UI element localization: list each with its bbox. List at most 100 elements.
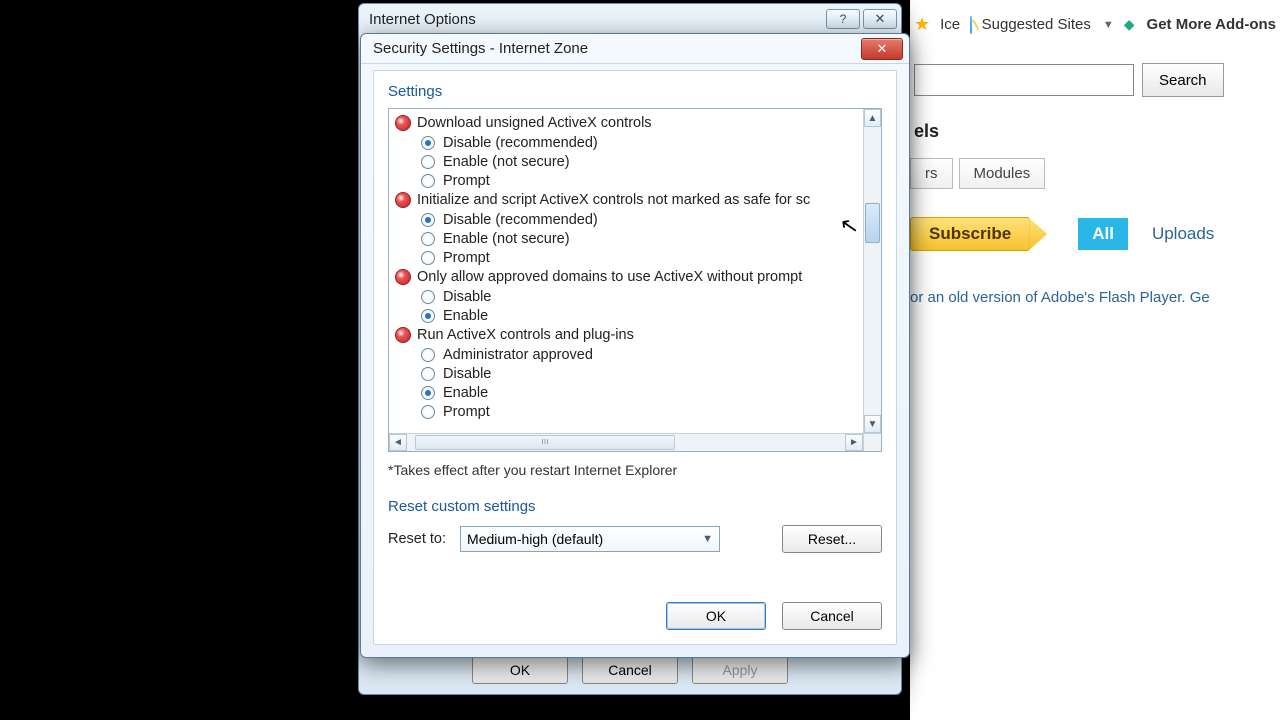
reset-row: Reset to: Medium-high (default) ▼ Reset.…: [388, 525, 882, 553]
radio-button[interactable]: [421, 155, 435, 169]
activex-icon: [395, 327, 411, 343]
scroll-down-button[interactable]: ▼: [864, 415, 881, 433]
setting-option-label: Disable (recommended): [443, 135, 598, 151]
setting-category-label: Initialize and script ActiveX controls n…: [417, 192, 810, 208]
radio-button[interactable]: [421, 290, 435, 304]
io-apply-button[interactable]: Apply: [692, 656, 788, 684]
flash-warning-text: or an old version of Adobe's Flash Playe…: [910, 269, 1280, 326]
security-settings-body: Settings Download unsigned ActiveX contr…: [373, 70, 897, 645]
setting-option[interactable]: Prompt: [395, 402, 857, 421]
setting-option[interactable]: Enable (not secure): [395, 152, 857, 171]
search-row: Search: [910, 45, 1280, 115]
subscribe-row: Subscribe All Uploads: [910, 199, 1280, 269]
tab-all[interactable]: All: [1078, 218, 1128, 250]
scroll-corner: [863, 433, 881, 451]
setting-option-label: Enable (not secure): [443, 231, 570, 247]
ice-link[interactable]: Ice: [940, 16, 960, 33]
vertical-scroll-thumb[interactable]: [865, 203, 880, 243]
close-button[interactable]: ✕: [863, 9, 897, 29]
radio-button[interactable]: [421, 405, 435, 419]
restart-note: *Takes effect after you restart Internet…: [388, 462, 882, 478]
ss-cancel-button[interactable]: Cancel: [782, 602, 882, 630]
setting-category: Download unsigned ActiveX controls: [395, 113, 857, 133]
setting-category: Run ActiveX controls and plug-ins: [395, 325, 857, 345]
setting-option-label: Enable: [443, 385, 488, 401]
setting-option[interactable]: Disable (recommended): [395, 133, 857, 152]
horizontal-scroll-thumb[interactable]: ııı: [415, 435, 675, 450]
reset-level-combobox[interactable]: Medium-high (default) ▼: [460, 526, 720, 552]
setting-option-label: Prompt: [443, 173, 490, 189]
setting-option-label: Prompt: [443, 250, 490, 266]
settings-group-label: Settings: [388, 83, 882, 100]
setting-option[interactable]: Enable: [395, 306, 857, 325]
settings-tree-viewport[interactable]: Download unsigned ActiveX controls Disabl…: [389, 109, 863, 433]
radio-button[interactable]: [421, 309, 435, 323]
radio-button[interactable]: [421, 251, 435, 265]
scroll-up-button[interactable]: ▲: [864, 109, 881, 127]
horizontal-scrollbar[interactable]: ◄ ııı ►: [389, 433, 863, 451]
vertical-scrollbar[interactable]: ▲ ▼: [863, 109, 881, 433]
setting-option[interactable]: Prompt: [395, 171, 857, 190]
radio-button[interactable]: [421, 232, 435, 246]
radio-button[interactable]: [421, 348, 435, 362]
setting-option-label: Prompt: [443, 404, 490, 420]
ss-ok-button[interactable]: OK: [666, 602, 766, 630]
reset-level-value: Medium-high (default): [467, 531, 603, 547]
tab-uploads[interactable]: Uploads: [1142, 218, 1224, 250]
setting-option[interactable]: Disable: [395, 364, 857, 383]
reset-to-label: Reset to:: [388, 531, 446, 547]
setting-category-label: Run ActiveX controls and plug-ins: [417, 327, 634, 343]
setting-option-label: Disable: [443, 289, 491, 305]
search-input[interactable]: [914, 64, 1134, 96]
favorite-icon: ★: [914, 14, 930, 35]
internet-options-actions: OK Cancel Apply: [359, 656, 901, 684]
radio-button[interactable]: [421, 367, 435, 381]
scroll-right-button[interactable]: ►: [845, 434, 863, 451]
scroll-left-button[interactable]: ◄: [389, 434, 407, 451]
activex-icon: [395, 192, 411, 208]
horizontal-scroll-track[interactable]: ııı: [407, 434, 845, 451]
setting-option-label: Administrator approved: [443, 347, 593, 363]
suggested-sites-link[interactable]: Suggested Sites: [982, 16, 1091, 33]
setting-option[interactable]: Enable: [395, 383, 857, 402]
security-settings-title: Security Settings - Internet Zone: [373, 40, 588, 57]
chevron-down-icon[interactable]: ▼: [1103, 19, 1114, 31]
setting-option[interactable]: Disable (recommended): [395, 210, 857, 229]
help-button[interactable]: ?: [826, 9, 860, 29]
subscribe-button[interactable]: Subscribe: [910, 217, 1030, 251]
ss-close-button[interactable]: ✕: [861, 38, 903, 60]
setting-option[interactable]: Prompt: [395, 248, 857, 267]
setting-option[interactable]: Disable: [395, 287, 857, 306]
internet-options-title: Internet Options: [369, 11, 476, 28]
internet-options-titlebar: Internet Options ? ✕: [359, 4, 901, 34]
setting-option-label: Disable: [443, 366, 491, 382]
channel-tabs: rs Modules: [910, 148, 1280, 199]
setting-option-label: Disable (recommended): [443, 212, 598, 228]
setting-category: Only allow approved domains to use Activ…: [395, 267, 857, 287]
vertical-scroll-track[interactable]: [864, 127, 881, 415]
tab-rs[interactable]: rs: [910, 158, 953, 189]
setting-option-label: Enable: [443, 308, 488, 324]
tab-modules[interactable]: Modules: [959, 158, 1046, 189]
activex-icon: [395, 115, 411, 131]
search-button[interactable]: Search: [1142, 63, 1224, 97]
ie-icon: [970, 16, 971, 34]
io-cancel-button[interactable]: Cancel: [582, 656, 678, 684]
chevron-down-icon: ▼: [702, 533, 713, 545]
security-settings-actions: OK Cancel: [666, 602, 882, 630]
setting-option[interactable]: Enable (not secure): [395, 229, 857, 248]
browser-background: ★ Ice Suggested Sites ▼ ◆ Get More Add-o…: [910, 0, 1280, 720]
radio-button[interactable]: [421, 136, 435, 150]
setting-category-label: Download unsigned ActiveX controls: [417, 115, 652, 131]
io-ok-button[interactable]: OK: [472, 656, 568, 684]
setting-option[interactable]: Administrator approved: [395, 345, 857, 364]
favorites-bar: ★ Ice Suggested Sites ▼ ◆ Get More Add-o…: [910, 0, 1280, 45]
addon-icon: ◆: [1124, 16, 1135, 33]
get-addons-link[interactable]: Get More Add-ons: [1147, 16, 1276, 33]
channels-heading: els: [910, 115, 1280, 148]
security-settings-titlebar: Security Settings - Internet Zone ✕: [361, 34, 909, 64]
reset-button[interactable]: Reset...: [782, 525, 882, 553]
radio-button[interactable]: [421, 386, 435, 400]
radio-button[interactable]: [421, 213, 435, 227]
radio-button[interactable]: [421, 174, 435, 188]
